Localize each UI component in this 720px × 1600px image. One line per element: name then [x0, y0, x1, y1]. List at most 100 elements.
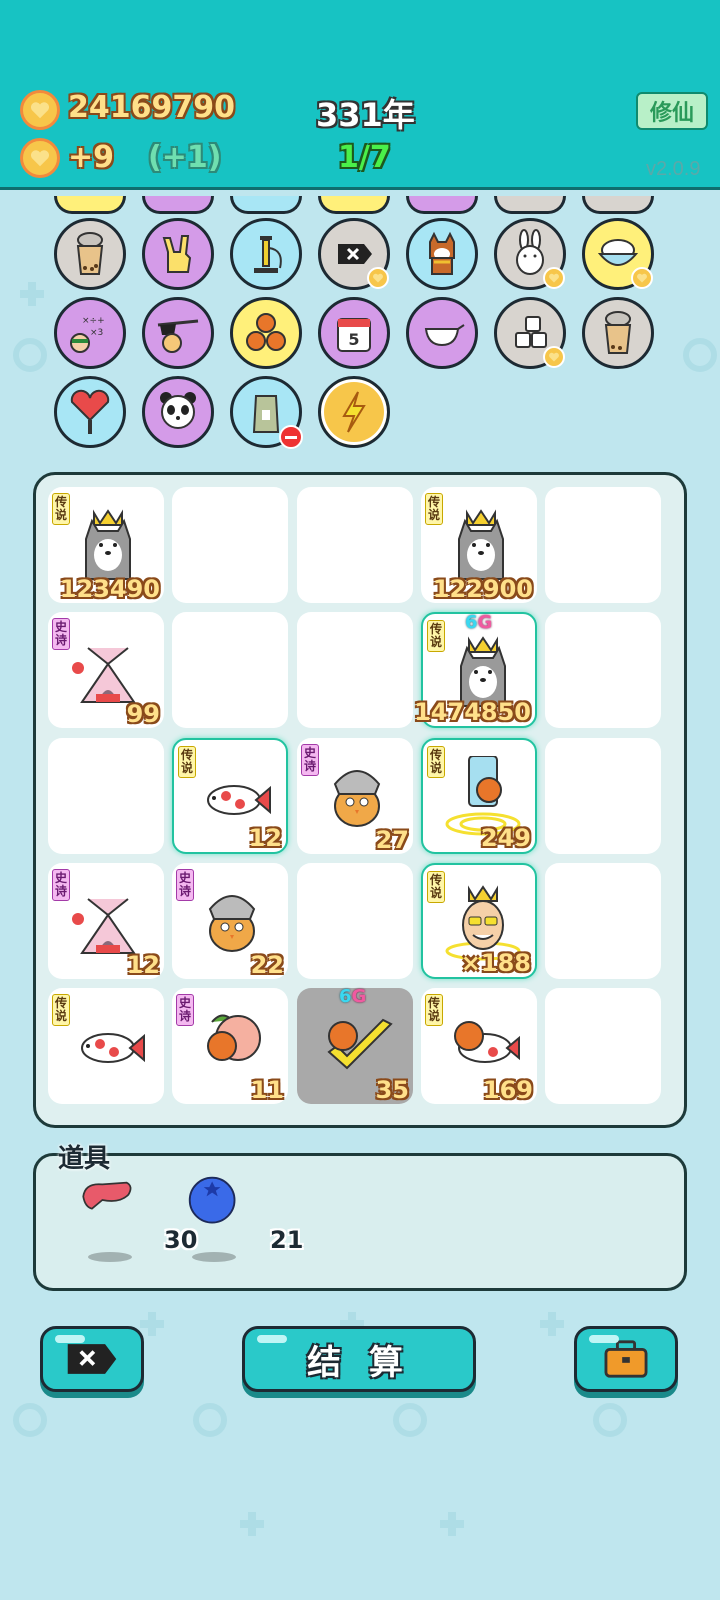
top-bar: 24169790 +9 (+1) 331年 1/7 修仙 v2.0.9 [0, 0, 720, 190]
koi-fish-ball-icon [441, 1004, 521, 1084]
math-kid-icon[interactable]: ×÷+ ×3 [54, 297, 126, 369]
lightning-icon[interactable] [318, 376, 390, 448]
board-cell[interactable] [545, 612, 661, 728]
board-cell[interactable] [172, 487, 288, 603]
cell-value: 169 [482, 1076, 533, 1104]
board-cell[interactable]: 6G 35 [297, 986, 413, 1104]
svg-text:×÷+: ×÷+ [82, 316, 105, 326]
coin-icon [20, 90, 60, 130]
rock-hand-icon[interactable] [142, 218, 214, 290]
panda-icon[interactable] [142, 376, 214, 448]
liver-item[interactable]: 30 [76, 1174, 197, 1264]
rarity-tag: 传说 [52, 994, 70, 1026]
blueberry-item[interactable]: 21 [186, 1174, 303, 1264]
calendar-number: 5 [348, 330, 359, 349]
coin-total: 24169790 [68, 90, 235, 125]
board-cell[interactable] [545, 988, 661, 1104]
cell-value: ×188 [460, 949, 531, 977]
props-panel: 30 21 [33, 1153, 687, 1291]
board-cell[interactable] [48, 738, 164, 854]
board-cell[interactable] [545, 487, 661, 603]
coin-income-icon [20, 138, 60, 178]
item-slot-partial [142, 196, 214, 214]
item-slot-partial [406, 196, 478, 214]
stage-progress: 1/7 [338, 140, 391, 175]
board-cell[interactable] [297, 863, 413, 979]
board-cell[interactable]: 史诗 22 [172, 863, 288, 979]
cell-value: 122900 [432, 575, 533, 603]
bubble-tea-icon[interactable] [582, 297, 654, 369]
cell-value: 12 [126, 951, 160, 979]
button-shine [589, 1335, 619, 1343]
cell-value: 27 [375, 826, 409, 854]
glasses-icon[interactable] [142, 297, 214, 369]
board-cell[interactable]: 史诗 27 [297, 738, 413, 854]
rabbit-tent-icon [68, 628, 148, 708]
delete-tag-icon[interactable] [318, 218, 390, 290]
rarity-tag: 史诗 [52, 869, 70, 901]
board-cell[interactable]: 传说 169 [421, 988, 537, 1104]
board-cell[interactable]: 史诗 11 [172, 988, 288, 1104]
grandpa-chick-icon [192, 879, 272, 959]
version-label: v2.0.9 [646, 158, 701, 180]
income-bonus: (+1) [148, 140, 222, 175]
heart-badge-icon [543, 267, 565, 289]
calendar-icon[interactable]: 5 [318, 297, 390, 369]
board-cell[interactable]: 传说 122900 [421, 487, 537, 603]
rarity-tag: 史诗 [176, 869, 194, 901]
settle-button[interactable]: 结 算 [242, 1326, 476, 1392]
board-cell[interactable]: 史诗 99 [48, 612, 164, 728]
board-cell[interactable]: 传说 12 [172, 738, 288, 854]
rabbit-tent-icon [68, 879, 148, 959]
rarity-tag: 传说 [425, 994, 443, 1026]
rice-bag-icon[interactable] [230, 376, 303, 449]
button-shine [257, 1335, 287, 1343]
board-cell[interactable]: 传说 123490 [48, 487, 164, 603]
cell-value: 1474850 [414, 698, 531, 726]
remove-badge-icon[interactable] [279, 425, 303, 449]
cell-value: 123490 [59, 575, 160, 603]
heart-badge-icon [631, 267, 653, 289]
board-cell[interactable] [297, 612, 413, 728]
board-cell[interactable]: 传说 6G 1474850 [414, 612, 537, 728]
bubble-tea-icon[interactable] [54, 218, 126, 290]
bike-pump-icon[interactable] [230, 218, 302, 290]
rice-bowl-icon[interactable] [582, 218, 654, 290]
rarity-tag: 传说 [178, 746, 196, 778]
rarity-tag: 传说 [427, 620, 445, 652]
prop-shadow [192, 1252, 236, 1262]
inventory-button[interactable] [574, 1326, 678, 1392]
koi-fish-icon [68, 1004, 148, 1084]
shiba-dog-icon[interactable] [406, 218, 478, 290]
item-slot-partial [318, 196, 390, 214]
settle-label: 结 算 [307, 1342, 411, 1383]
button-shine [55, 1335, 85, 1343]
board-cell[interactable]: 传说 [48, 988, 164, 1104]
blueberry-icon [188, 1176, 236, 1224]
heart-badge-icon [543, 346, 565, 368]
discard-button[interactable] [40, 1326, 144, 1392]
briefcase-icon [604, 1340, 648, 1378]
board-cell[interactable]: 传说 ×188 [421, 863, 537, 979]
year-counter: 331年 [316, 96, 415, 134]
board-cell[interactable] [297, 487, 413, 603]
basketball-triple-icon[interactable] [230, 297, 302, 369]
board-cell[interactable] [545, 738, 661, 854]
cultivate-button[interactable]: 修仙 [636, 92, 708, 130]
board-cell[interactable]: 史诗 12 [48, 863, 164, 979]
heart-fan-icon[interactable] [54, 376, 126, 448]
gravy-boat-icon[interactable] [406, 297, 478, 369]
liver-icon [82, 1181, 132, 1210]
board-cell[interactable]: 传说 249 [421, 738, 537, 854]
prop-shadow [88, 1252, 132, 1262]
bunny-icon[interactable] [494, 218, 566, 290]
props-title: 道具 [58, 1144, 111, 1174]
cell-value: 99 [126, 700, 160, 728]
board-cell[interactable] [172, 612, 288, 728]
husky-king-icon [68, 503, 148, 583]
rarity-tag: 史诗 [176, 994, 194, 1026]
rarity-tag: 传说 [425, 493, 443, 525]
board-cell[interactable] [545, 863, 661, 979]
heart-badge-icon [367, 267, 389, 289]
sugar-cubes-icon[interactable] [494, 297, 566, 369]
